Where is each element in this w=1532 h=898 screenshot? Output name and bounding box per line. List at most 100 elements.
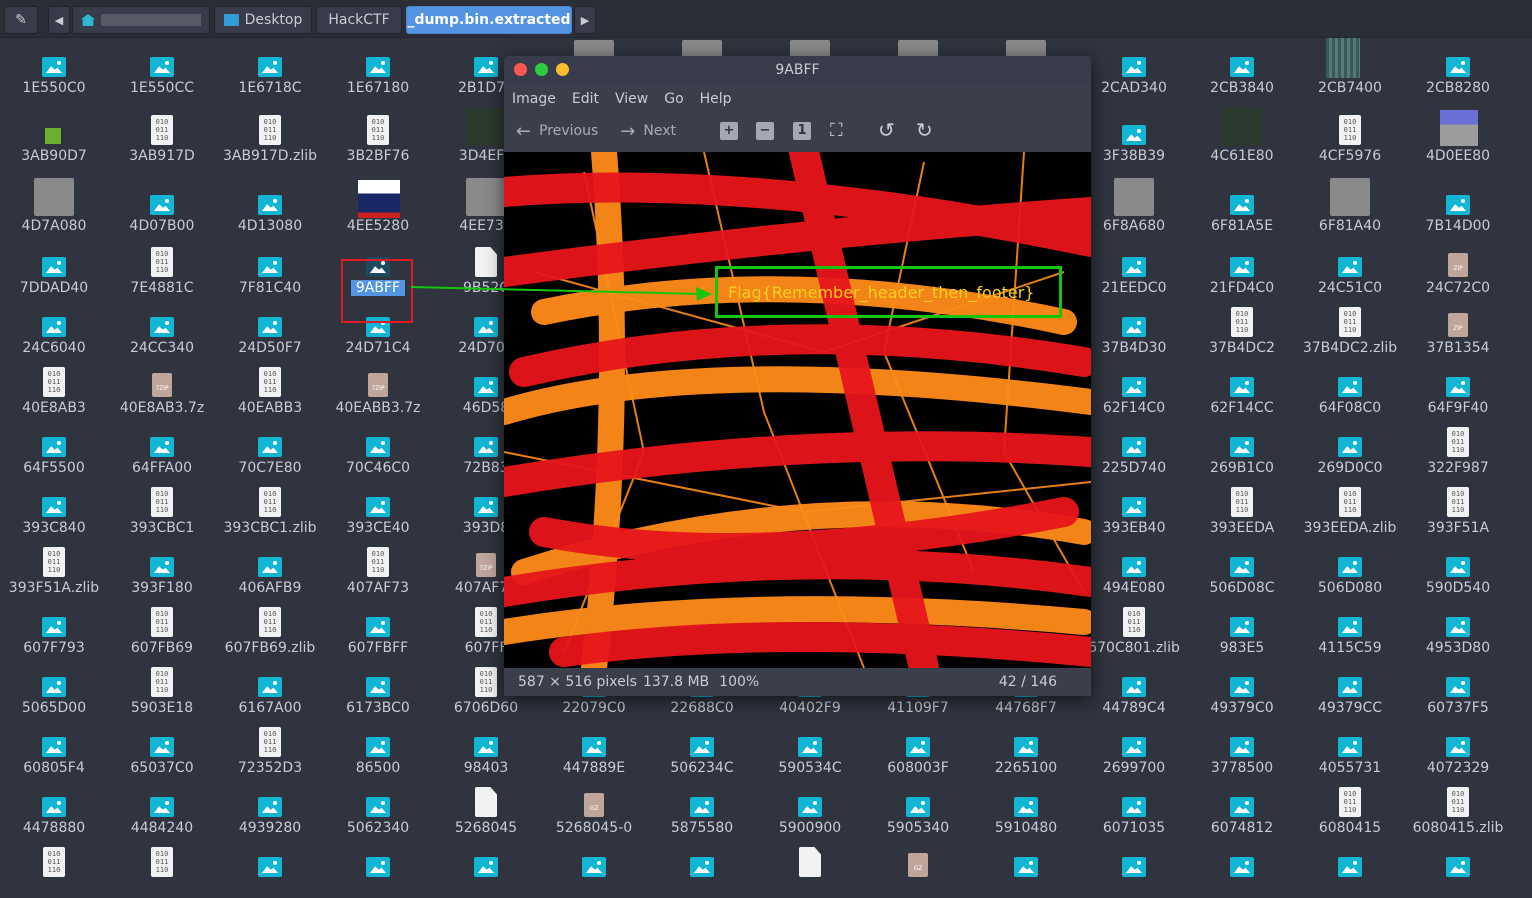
file-item[interactable]: 010 011 110 37B4DC2 [1188,302,1296,362]
file-item[interactable] [648,842,756,898]
file-item[interactable]: 010 011 110 322F987 [1404,422,1512,482]
breadcrumb-home[interactable] [72,6,210,34]
file-item[interactable]: 4072329 [1404,722,1512,782]
file-item[interactable]: 6071035 [1080,782,1188,842]
file-item[interactable]: 4D0EE80 [1404,110,1512,170]
file-item[interactable]: 1E550C0 [0,42,108,102]
file-item[interactable]: 506D080 [1296,542,1404,602]
file-item[interactable]: 406AFB9 [216,542,324,602]
rotate-left-button[interactable]: ↺ [878,118,895,142]
file-item[interactable]: 7ZIP 40EABB3.7z [324,362,432,422]
file-item[interactable]: 4C61E80 [1188,108,1296,170]
file-item[interactable]: 7ZIP 40E8AB3.7z [108,362,216,422]
file-item[interactable]: 4939280 [216,782,324,842]
file-item[interactable]: 37B4D30 [1080,302,1188,362]
zoom-out-button[interactable]: − [756,122,774,140]
file-item[interactable]: ZIP 37B1354 [1404,302,1512,362]
file-item[interactable]: 64F08C0 [1296,362,1404,422]
file-item[interactable]: 3778500 [1188,722,1296,782]
file-item[interactable]: 5905340 [864,782,972,842]
file-item[interactable]: 4115C59 [1296,602,1404,662]
file-item[interactable]: 010 011 110 3AB917D.zlib [216,110,324,170]
previous-button[interactable]: ← Previous [516,121,598,142]
file-item[interactable]: 607FBFF [324,602,432,662]
file-item[interactable]: 4484240 [108,782,216,842]
file-item[interactable]: 5875580 [648,782,756,842]
file-item[interactable]: 2CB3840 [1188,42,1296,102]
file-item[interactable]: 607F793 [0,602,108,662]
file-item[interactable]: 494E080 [1080,542,1188,602]
file-item[interactable]: 4D13080 [216,180,324,240]
file-item[interactable]: 590D540 [1404,542,1512,602]
file-item[interactable]: 393EB40 [1080,482,1188,542]
menu-go[interactable]: Go [664,91,683,107]
file-item[interactable]: 49379C0 [1188,662,1296,722]
file-item[interactable]: 2265100 [972,722,1080,782]
file-item[interactable]: 6F81A40 [1296,178,1404,240]
file-item[interactable]: 269D0C0 [1296,422,1404,482]
file-item[interactable]: 269B1C0 [1188,422,1296,482]
file-item[interactable]: 010 011 110 407AF73 [324,542,432,602]
file-item[interactable]: 4D7A080 [0,178,108,240]
file-item[interactable]: 62F14C0 [1080,362,1188,422]
breadcrumb-hackctf[interactable]: HackCTF [316,6,402,34]
file-item[interactable]: 21EEDC0 [1080,242,1188,302]
breadcrumb-desktop[interactable]: Desktop [214,6,312,34]
file-item[interactable]: 393F180 [108,542,216,602]
file-item[interactable]: 64F9F40 [1404,362,1512,422]
file-item[interactable]: 010 011 110 6080415.zlib [1404,782,1512,842]
file-item[interactable]: 6F81A5E [1188,180,1296,240]
file-item[interactable]: 24CC340 [108,302,216,362]
file-item[interactable]: 010 011 110 40E8AB3 [0,362,108,422]
file-item[interactable]: 65037C0 [108,722,216,782]
file-item[interactable]: 1E550CC [108,42,216,102]
file-item[interactable]: 010 011 110 393EEDA [1188,482,1296,542]
file-item[interactable]: 49379CC [1296,662,1404,722]
edit-location-button[interactable]: ✎ [4,6,38,34]
file-item[interactable]: 44789C4 [1080,662,1188,722]
menu-help[interactable]: Help [700,91,732,107]
file-item[interactable]: 010 011 110 37B4DC2.zlib [1296,302,1404,362]
file-item[interactable]: 010 011 110 7E4881C [108,242,216,302]
file-item[interactable]: 6F8A680 [1080,178,1188,240]
file-item[interactable] [972,842,1080,898]
file-item[interactable] [432,842,540,898]
file-item[interactable]: 1E6718C [216,42,324,102]
file-item[interactable]: 4055731 [1296,722,1404,782]
file-item[interactable]: 60737F5 [1404,662,1512,722]
file-item[interactable]: 010 011 110 393CBC1.zlib [216,482,324,542]
file-item[interactable]: 6167A00 [216,662,324,722]
file-item[interactable]: 983E5 [1188,602,1296,662]
file-item[interactable]: 24C51C0 [1296,242,1404,302]
file-item[interactable]: 86500 [324,722,432,782]
file-item[interactable]: 24C6040 [0,302,108,362]
file-item[interactable]: 2CAD340 [1080,42,1188,102]
file-item[interactable]: 010 011 110 6080415 [1296,782,1404,842]
file-item[interactable]: 608003F [864,722,972,782]
file-item[interactable]: 21FD4C0 [1188,242,1296,302]
file-item[interactable]: 225D740 [1080,422,1188,482]
file-item[interactable]: 010 011 110 393F51A.zlib [0,542,108,602]
file-item[interactable]: 5900900 [756,782,864,842]
file-item[interactable] [756,842,864,898]
file-item[interactable]: 60805F4 [0,722,108,782]
file-item[interactable]: 5910480 [972,782,1080,842]
file-item[interactable]: 7DDAD40 [0,242,108,302]
file-item[interactable]: GZ [864,842,972,898]
back-history-button[interactable]: ◀ [48,6,70,34]
menu-edit[interactable]: Edit [572,91,599,107]
file-item[interactable]: 4478880 [0,782,108,842]
file-item[interactable] [1404,842,1512,898]
file-item[interactable]: 010 011 110 393EEDA.zlib [1296,482,1404,542]
menu-view[interactable]: View [615,91,648,107]
file-item[interactable]: 010 011 110 [0,842,108,898]
file-item[interactable]: 1E67180 [324,42,432,102]
file-item[interactable]: 6074812 [1188,782,1296,842]
file-item[interactable]: 4953D80 [1404,602,1512,662]
fit-screen-button[interactable]: ⛶ [830,120,843,141]
file-item[interactable]: 70C7E80 [216,422,324,482]
file-item[interactable]: 010 011 110 393F51A [1404,482,1512,542]
file-item[interactable]: 506D08C [1188,542,1296,602]
file-item[interactable]: 2CB7400 [1296,38,1404,102]
file-item[interactable]: 010 011 110 5903E18 [108,662,216,722]
